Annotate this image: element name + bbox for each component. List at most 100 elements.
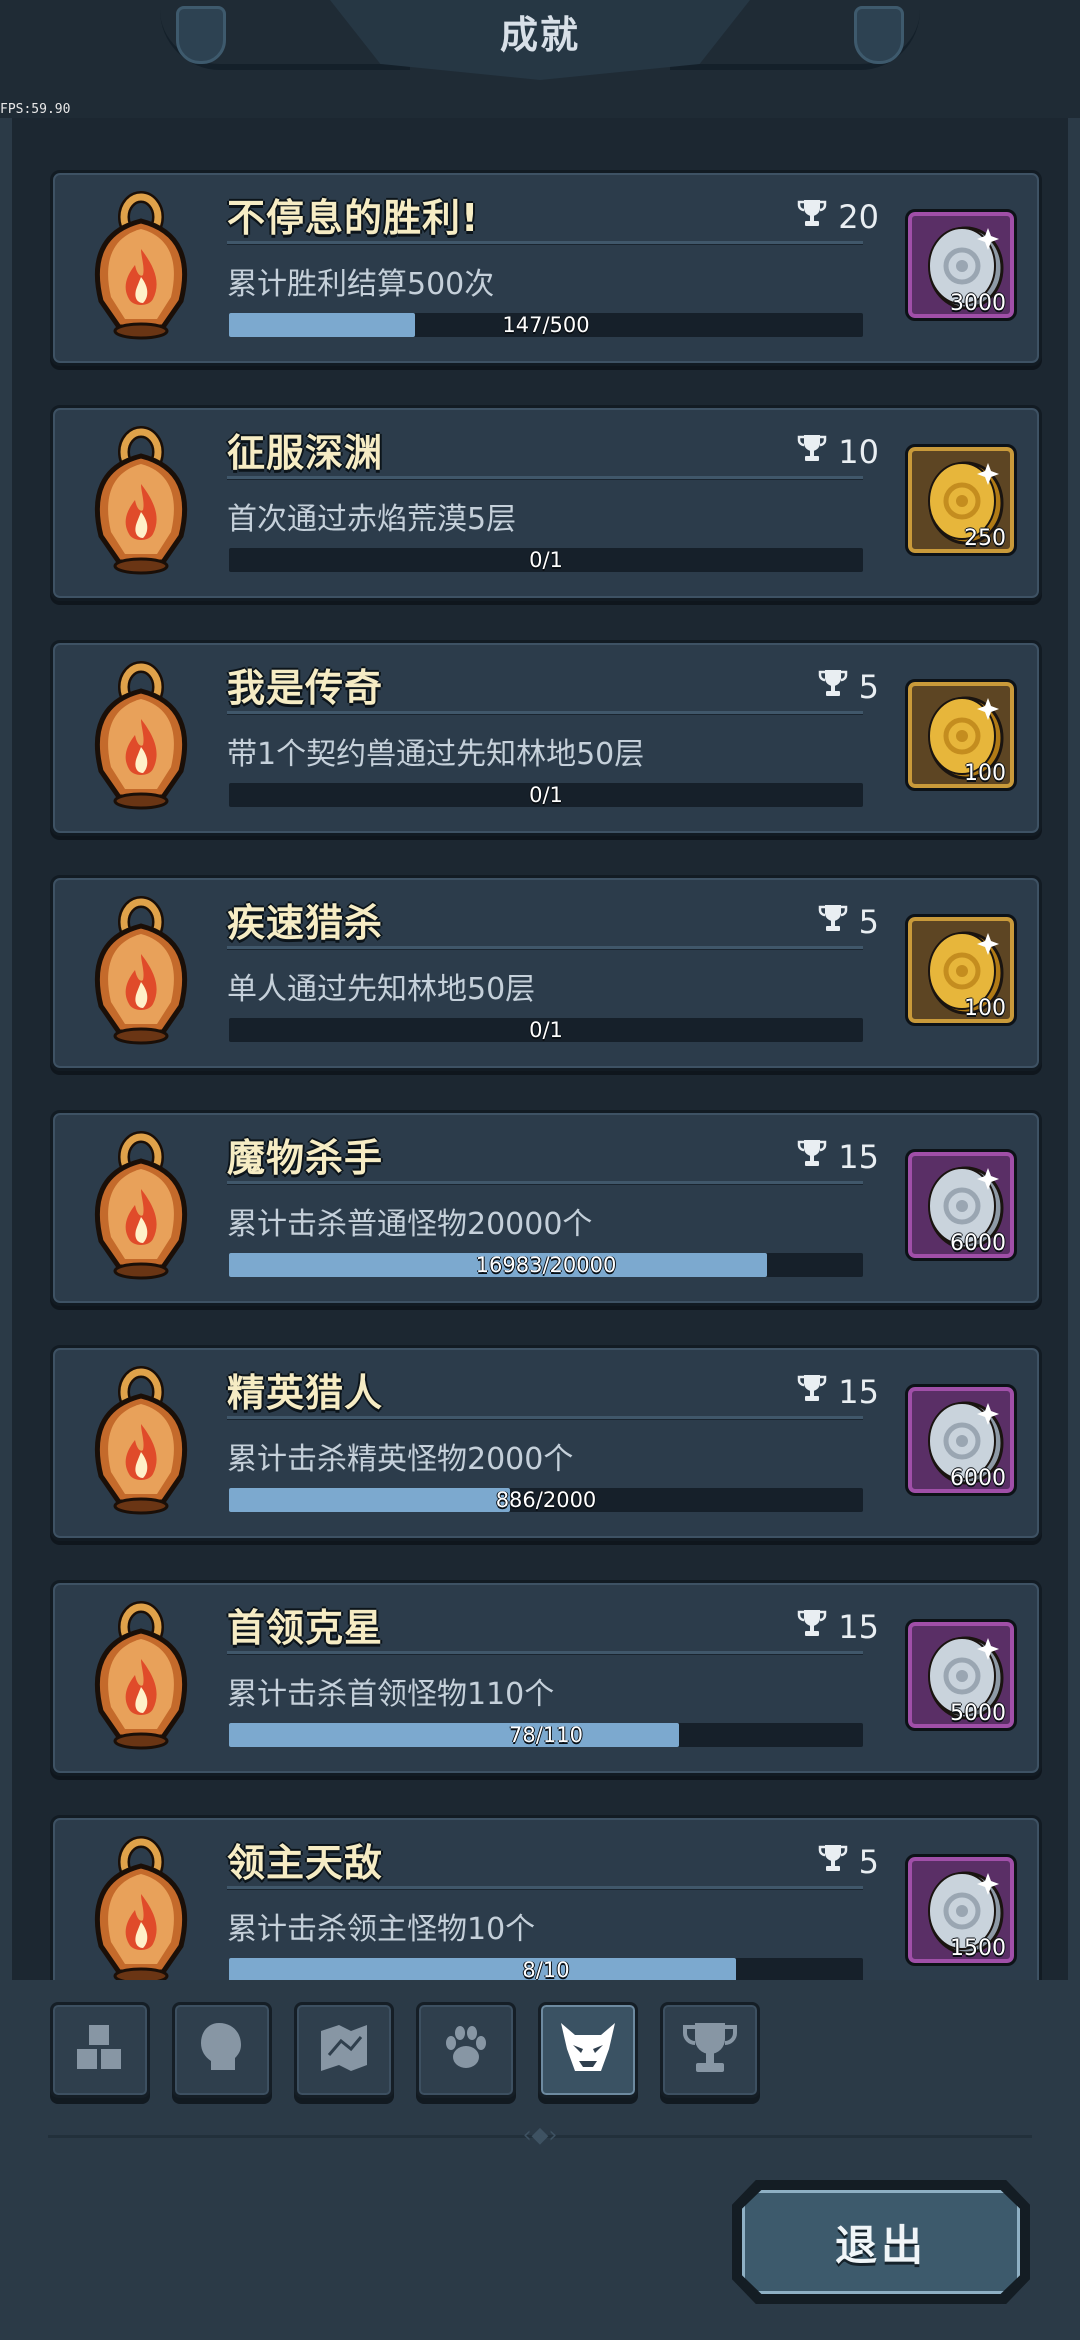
achievement-card[interactable]: 征服深渊 10 首次通过赤焰荒漠5层 0/1 250 xyxy=(50,405,1042,601)
paw-icon xyxy=(433,2015,499,2085)
trophy-icon xyxy=(796,197,828,237)
lantern-badge-icon xyxy=(91,1601,191,1751)
lantern-badge-icon xyxy=(91,896,191,1046)
blocks-icon xyxy=(67,2015,133,2085)
progress-bar: 16983/20000 xyxy=(229,1253,863,1277)
achievement-points: 15 xyxy=(796,1137,879,1177)
reward-quantity: 3000 xyxy=(950,291,1006,316)
lantern-badge-icon xyxy=(91,426,191,576)
achievement-description: 带1个契约兽通过先知林地50层 xyxy=(227,737,645,772)
achievement-description: 累计击杀普通怪物20000个 xyxy=(227,1207,593,1242)
tab-items[interactable] xyxy=(50,2002,150,2098)
lantern-badge-icon xyxy=(91,1366,191,1516)
title-divider xyxy=(227,711,863,715)
achievement-title: 征服深渊 xyxy=(227,431,384,475)
reward-quantity: 6000 xyxy=(950,1466,1006,1491)
tab-achievements[interactable] xyxy=(660,2002,760,2098)
achievement-points: 5 xyxy=(817,1842,879,1882)
points-value: 15 xyxy=(838,1138,879,1176)
achievement-title: 疾速猎杀 xyxy=(227,901,384,945)
achievement-title: 领主天敌 xyxy=(227,1841,384,1885)
lantern-badge-icon xyxy=(91,1836,191,1980)
reward-slot[interactable]: 6000 xyxy=(905,1384,1017,1496)
achievement-card[interactable]: 不停息的胜利! 20 累计胜利结算500次 147/500 3000 xyxy=(50,170,1042,366)
achievement-card[interactable]: 疾速猎杀 5 单人通过先知林地50层 0/1 100 xyxy=(50,875,1042,1071)
achievement-description: 累计击杀领主怪物10个 xyxy=(227,1912,536,1947)
top-header: 成就 xyxy=(0,0,1080,118)
trophy-icon xyxy=(796,432,828,472)
points-value: 20 xyxy=(838,198,879,236)
points-value: 15 xyxy=(838,1608,879,1646)
reward-quantity: 1500 xyxy=(950,1936,1006,1961)
title-divider xyxy=(227,1651,863,1655)
exit-button-label: 退出 xyxy=(742,2190,1020,2294)
progress-bar: 8/10 xyxy=(229,1958,863,1980)
achievement-points: 15 xyxy=(796,1607,879,1647)
title-divider xyxy=(227,241,863,245)
tab-monsters[interactable] xyxy=(538,2002,638,2098)
points-value: 5 xyxy=(858,1843,879,1881)
achievement-title: 首领克星 xyxy=(227,1606,384,1650)
fps-counter: FPS:59.90 xyxy=(0,102,71,117)
progress-bar: 886/2000 xyxy=(229,1488,863,1512)
reward-slot[interactable]: 250 xyxy=(905,444,1017,556)
progress-text: 0/1 xyxy=(529,548,563,572)
title-divider xyxy=(227,1416,863,1420)
achievement-points: 10 xyxy=(796,432,879,472)
achievement-title: 精英猎人 xyxy=(227,1371,384,1415)
achievement-card[interactable]: 领主天敌 5 累计击杀领主怪物10个 8/10 1500 xyxy=(50,1815,1042,1980)
progress-text: 147/500 xyxy=(502,313,590,337)
achievement-card[interactable]: 精英猎人 15 累计击杀精英怪物2000个 886/2000 6000 xyxy=(50,1345,1042,1541)
reward-quantity: 100 xyxy=(964,761,1006,786)
achievement-description: 单人通过先知林地50层 xyxy=(227,972,536,1007)
trophy-icon xyxy=(817,902,849,942)
trophy-icon xyxy=(796,1372,828,1412)
achievement-list[interactable]: 不停息的胜利! 20 累计胜利结算500次 147/500 3000 征服深渊 … xyxy=(12,118,1068,1980)
points-value: 15 xyxy=(838,1373,879,1411)
progress-bar: 147/500 xyxy=(229,313,863,337)
reward-slot[interactable]: 5000 xyxy=(905,1619,1017,1731)
progress-text: 886/2000 xyxy=(495,1488,597,1512)
tab-heroes[interactable] xyxy=(172,2002,272,2098)
reward-slot[interactable]: 3000 xyxy=(905,209,1017,321)
tab-map[interactable] xyxy=(294,2002,394,2098)
reward-slot[interactable]: 6000 xyxy=(905,1149,1017,1261)
exit-button[interactable]: 退出 xyxy=(732,2180,1030,2304)
page-title: 成就 xyxy=(499,13,580,57)
progress-bar: 0/1 xyxy=(229,1018,863,1042)
trophy-icon xyxy=(817,667,849,707)
map-scroll-icon xyxy=(311,2015,377,2085)
title-divider xyxy=(227,1886,863,1890)
progress-bar: 0/1 xyxy=(229,548,863,572)
achievement-description: 累计击杀精英怪物2000个 xyxy=(227,1442,574,1477)
achievement-description: 累计胜利结算500次 xyxy=(227,267,495,302)
tab-pets[interactable] xyxy=(416,2002,516,2098)
divider-ornament-icon: ‹◆› xyxy=(522,2123,558,2148)
reward-quantity: 5000 xyxy=(950,1701,1006,1726)
title-divider xyxy=(227,1181,863,1185)
reward-slot[interactable]: 100 xyxy=(905,679,1017,791)
achievement-title: 不停息的胜利! xyxy=(227,196,480,240)
achievement-title: 我是传奇 xyxy=(227,666,384,710)
progress-bar: 78/110 xyxy=(229,1723,863,1747)
points-value: 10 xyxy=(838,433,879,471)
trophy-icon xyxy=(677,2015,743,2085)
achievement-card[interactable]: 首领克星 15 累计击杀首领怪物110个 78/110 5000 xyxy=(50,1580,1042,1776)
progress-bar: 0/1 xyxy=(229,783,863,807)
achievement-description: 累计击杀首领怪物110个 xyxy=(227,1677,555,1712)
achievement-points: 5 xyxy=(817,902,879,942)
reward-quantity: 250 xyxy=(964,526,1006,551)
points-value: 5 xyxy=(858,668,879,706)
reward-slot[interactable]: 100 xyxy=(905,914,1017,1026)
demon-mask-icon xyxy=(555,2015,621,2085)
achievement-points: 20 xyxy=(796,197,879,237)
title-divider xyxy=(227,946,863,950)
title-divider xyxy=(227,476,863,480)
head-profile-icon xyxy=(189,2015,255,2085)
achievement-card[interactable]: 我是传奇 5 带1个契约兽通过先知林地50层 0/1 100 xyxy=(50,640,1042,836)
achievement-card[interactable]: 魔物杀手 15 累计击杀普通怪物20000个 16983/20000 6000 xyxy=(50,1110,1042,1306)
achievement-points: 15 xyxy=(796,1372,879,1412)
reward-slot[interactable]: 1500 xyxy=(905,1854,1017,1966)
lantern-badge-icon xyxy=(91,191,191,341)
progress-text: 16983/20000 xyxy=(475,1253,617,1277)
